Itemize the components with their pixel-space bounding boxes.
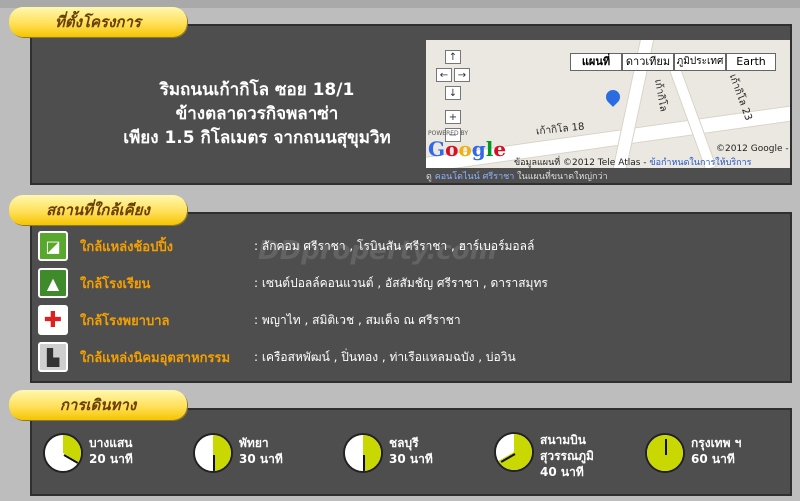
large-map-suffix: ในแผนที่ขนาดใหญ่กว่า [517, 172, 608, 182]
map-data-credit: ข้อมูลแผนที่ ©2012 Tele Atlas - ข้อกำหนด… [514, 155, 752, 168]
map-widget[interactable]: เก้ากิโล 18 เก้ากิโล เก้ากิโล 23 ↑ ← → ↓… [426, 40, 790, 168]
factory-icon: ▙ [38, 342, 68, 372]
travel-label: สนามบินสุวรรณภูมิ 40 นาที [540, 432, 594, 480]
pan-right-icon[interactable]: → [454, 68, 470, 82]
nearby-label: ใกล้แหล่งช้อปปิ้ง [80, 239, 173, 255]
travel-time: 20 นาที [89, 452, 133, 466]
map-road-label: เก้ากิโล [652, 78, 669, 113]
shopping-bag-icon: ◪ [38, 231, 68, 261]
map-type-terrain[interactable]: ภูมิประเทศ [674, 53, 726, 71]
tab-location-label: ที่ตั้งโครงการ [55, 13, 141, 31]
tab-location: ที่ตั้งโครงการ [9, 7, 187, 37]
nearby-value: : เซนต์ปอลล์คอนแวนต์ , อัสสัมชัญ ศรีราชา… [254, 275, 548, 290]
school-bell-icon: ▲ [38, 268, 68, 298]
clock-icon [343, 433, 383, 473]
large-map-prefix: ดู [426, 172, 432, 182]
clock-fill [45, 435, 81, 471]
nearby-row-industrial: ▙ ใกล้แหล่งนิคมอุตสาหกรรม : เครือสหพัฒน์… [38, 340, 516, 374]
travel-time: 30 นาที [389, 452, 433, 466]
clock-icon [494, 432, 534, 472]
powered-by-label: POWERED BY [428, 130, 469, 137]
clock-hand [213, 455, 215, 471]
tab-nearby: สถานที่ใกล้เคียง [9, 195, 187, 225]
travel-place: กรุงเทพ ฯ [691, 436, 742, 450]
map-type-map[interactable]: แผนที่ [570, 53, 622, 71]
nearby-row-school: ▲ ใกล้โรงเรียน : เซนต์ปอลล์คอนแวนต์ , อั… [38, 266, 548, 300]
travel-time: 40 นาที [540, 465, 584, 479]
clock-hand [665, 439, 667, 455]
nearby-value: : พญาไท , สมิติเวช , สมเด็จ ณ ศรีราชา [254, 312, 461, 327]
nearby-row-hospital: ✚ ใกล้โรงพยาบาล : พญาไท , สมิติเวช , สมเ… [38, 303, 461, 337]
map-data-credit-text: ข้อมูลแผนที่ ©2012 Tele Atlas - [514, 158, 647, 168]
map-copyright: ©2012 Google - [716, 144, 789, 154]
travel-place: สุวรรณภูมิ [540, 449, 594, 463]
clock-icon [43, 433, 83, 473]
location-panel: ริมถนนเก้ากิโล ซอย 18/1 ข้างตลาดวรกิจพลา… [30, 24, 792, 185]
large-map-link[interactable]: คอนโดไนน์ ศรีราชา [435, 172, 515, 182]
address-block: ริมถนนเก้ากิโล ซอย 18/1 ข้างตลาดวรกิจพลา… [72, 78, 442, 150]
address-line-2: ข้างตลาดวรกิจพลาซ่า [175, 104, 339, 124]
map-pin-icon[interactable] [603, 87, 623, 107]
nearby-value: : ลักคอม ศรีราชา , โรบินสัน ศรีราชา , ฮา… [254, 238, 535, 253]
tab-travel: การเดินทาง [9, 390, 187, 420]
travel-time: 60 นาที [691, 452, 735, 466]
travel-place: บางแสน [89, 436, 133, 450]
travel-place: สนามบิน [540, 433, 586, 447]
travel-place: ชลบุรี [389, 436, 419, 450]
map-road [667, 61, 717, 168]
clock-hand [363, 455, 365, 471]
pan-down-icon[interactable]: ↓ [445, 86, 461, 100]
nearby-value: : เครือสหพัฒน์ , ปิ่นทอง , ท่าเรือแหลมฉบ… [254, 349, 516, 364]
map-type-satellite[interactable]: ดาวเทียม [622, 53, 674, 71]
travel-place: พัทยา [239, 436, 269, 450]
zoom-in-icon[interactable]: + [445, 110, 461, 124]
address-line-3: เพียง 1.5 กิโลเมตร จากถนนสุขุมวิท [123, 128, 391, 148]
nearby-row-shopping: ◪ ใกล้แหล่งช้อปปิ้ง : ลักคอม ศรีราชา , โ… [38, 229, 534, 263]
google-logo[interactable]: Google [428, 137, 506, 161]
travel-label: ชลบุรี 30 นาที [389, 435, 433, 467]
pan-left-icon[interactable]: ← [436, 68, 452, 82]
clock-icon [645, 433, 685, 473]
map-type-earth[interactable]: Earth [726, 53, 776, 71]
map-terms-link[interactable]: ข้อกำหนดในการให้บริการ [649, 158, 751, 168]
hospital-cross-icon: ✚ [38, 305, 68, 335]
tab-travel-label: การเดินทาง [59, 396, 137, 414]
travel-label: พัทยา 30 นาที [239, 435, 283, 467]
address-line-1: ริมถนนเก้ากิโล ซอย 18/1 [159, 80, 355, 100]
pan-up-icon[interactable]: ↑ [445, 50, 461, 64]
travel-time: 30 นาที [239, 452, 283, 466]
clock-icon [193, 433, 233, 473]
tab-nearby-label: สถานที่ใกล้เคียง [46, 201, 150, 219]
nearby-label: ใกล้แหล่งนิคมอุตสาหกรรม [80, 350, 231, 366]
large-map-link-row: ดู คอนโดไนน์ ศรีราชา ในแผนที่ขนาดใหญ่กว่… [426, 169, 608, 183]
nearby-label: ใกล้โรงเรียน [80, 276, 151, 292]
travel-label: กรุงเทพ ฯ 60 นาที [691, 435, 741, 467]
nearby-label: ใกล้โรงพยาบาล [80, 313, 170, 329]
travel-label: บางแสน 20 นาที [89, 435, 133, 467]
